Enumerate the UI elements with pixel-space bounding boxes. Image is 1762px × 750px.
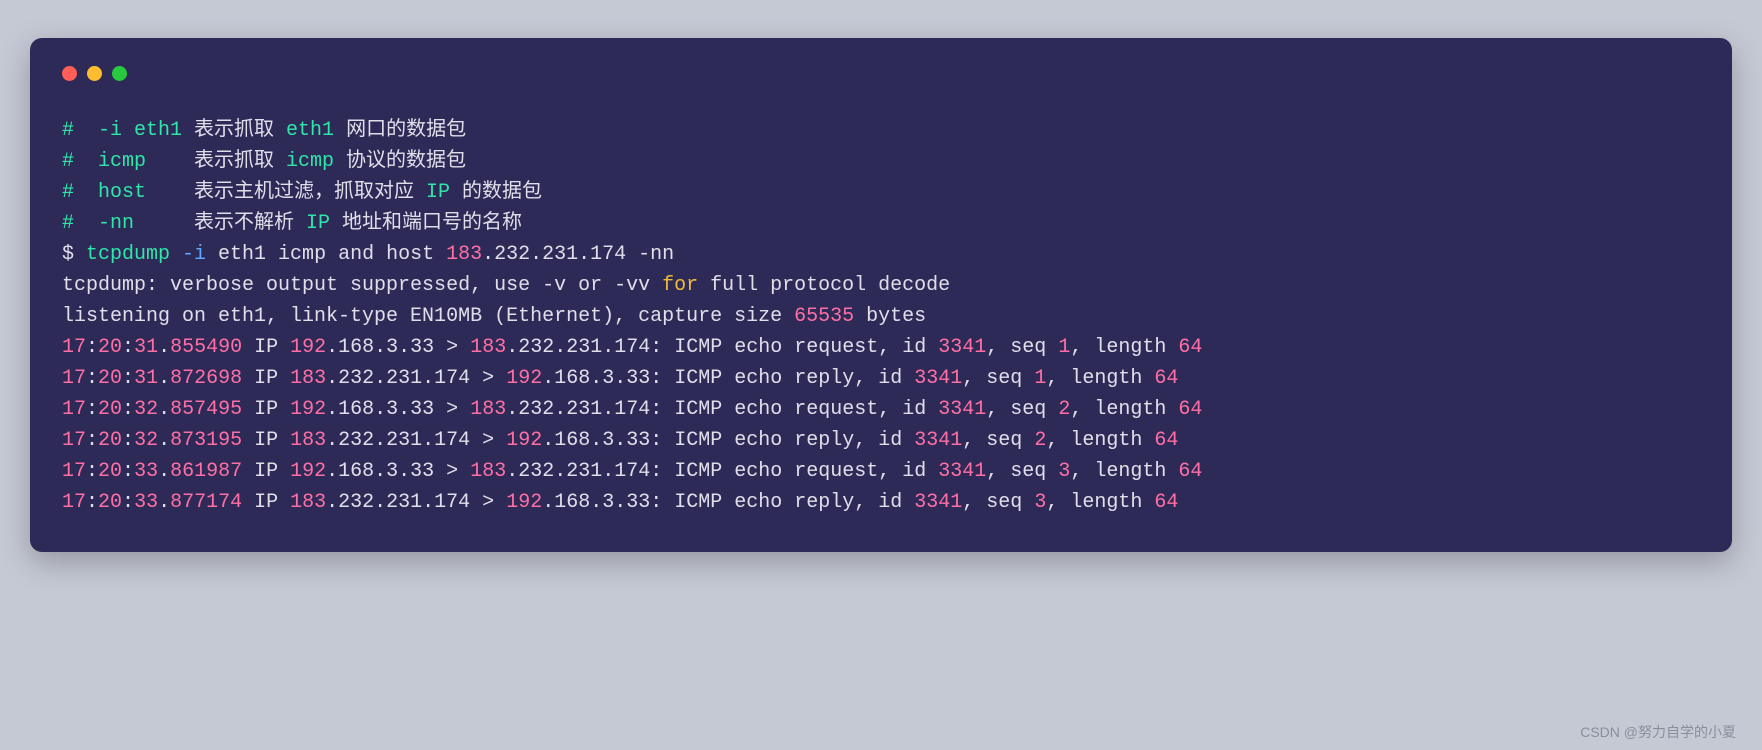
window-controls xyxy=(62,66,1700,81)
close-icon[interactable] xyxy=(62,66,77,81)
watermark-text: CSDN @努力自学的小夏 xyxy=(1580,722,1736,742)
terminal-window: # -i eth1 表示抓取 eth1 网口的数据包 # icmp 表示抓取 i… xyxy=(30,38,1732,552)
terminal-output: # -i eth1 表示抓取 eth1 网口的数据包 # icmp 表示抓取 i… xyxy=(62,115,1700,518)
minimize-icon[interactable] xyxy=(87,66,102,81)
maximize-icon[interactable] xyxy=(112,66,127,81)
